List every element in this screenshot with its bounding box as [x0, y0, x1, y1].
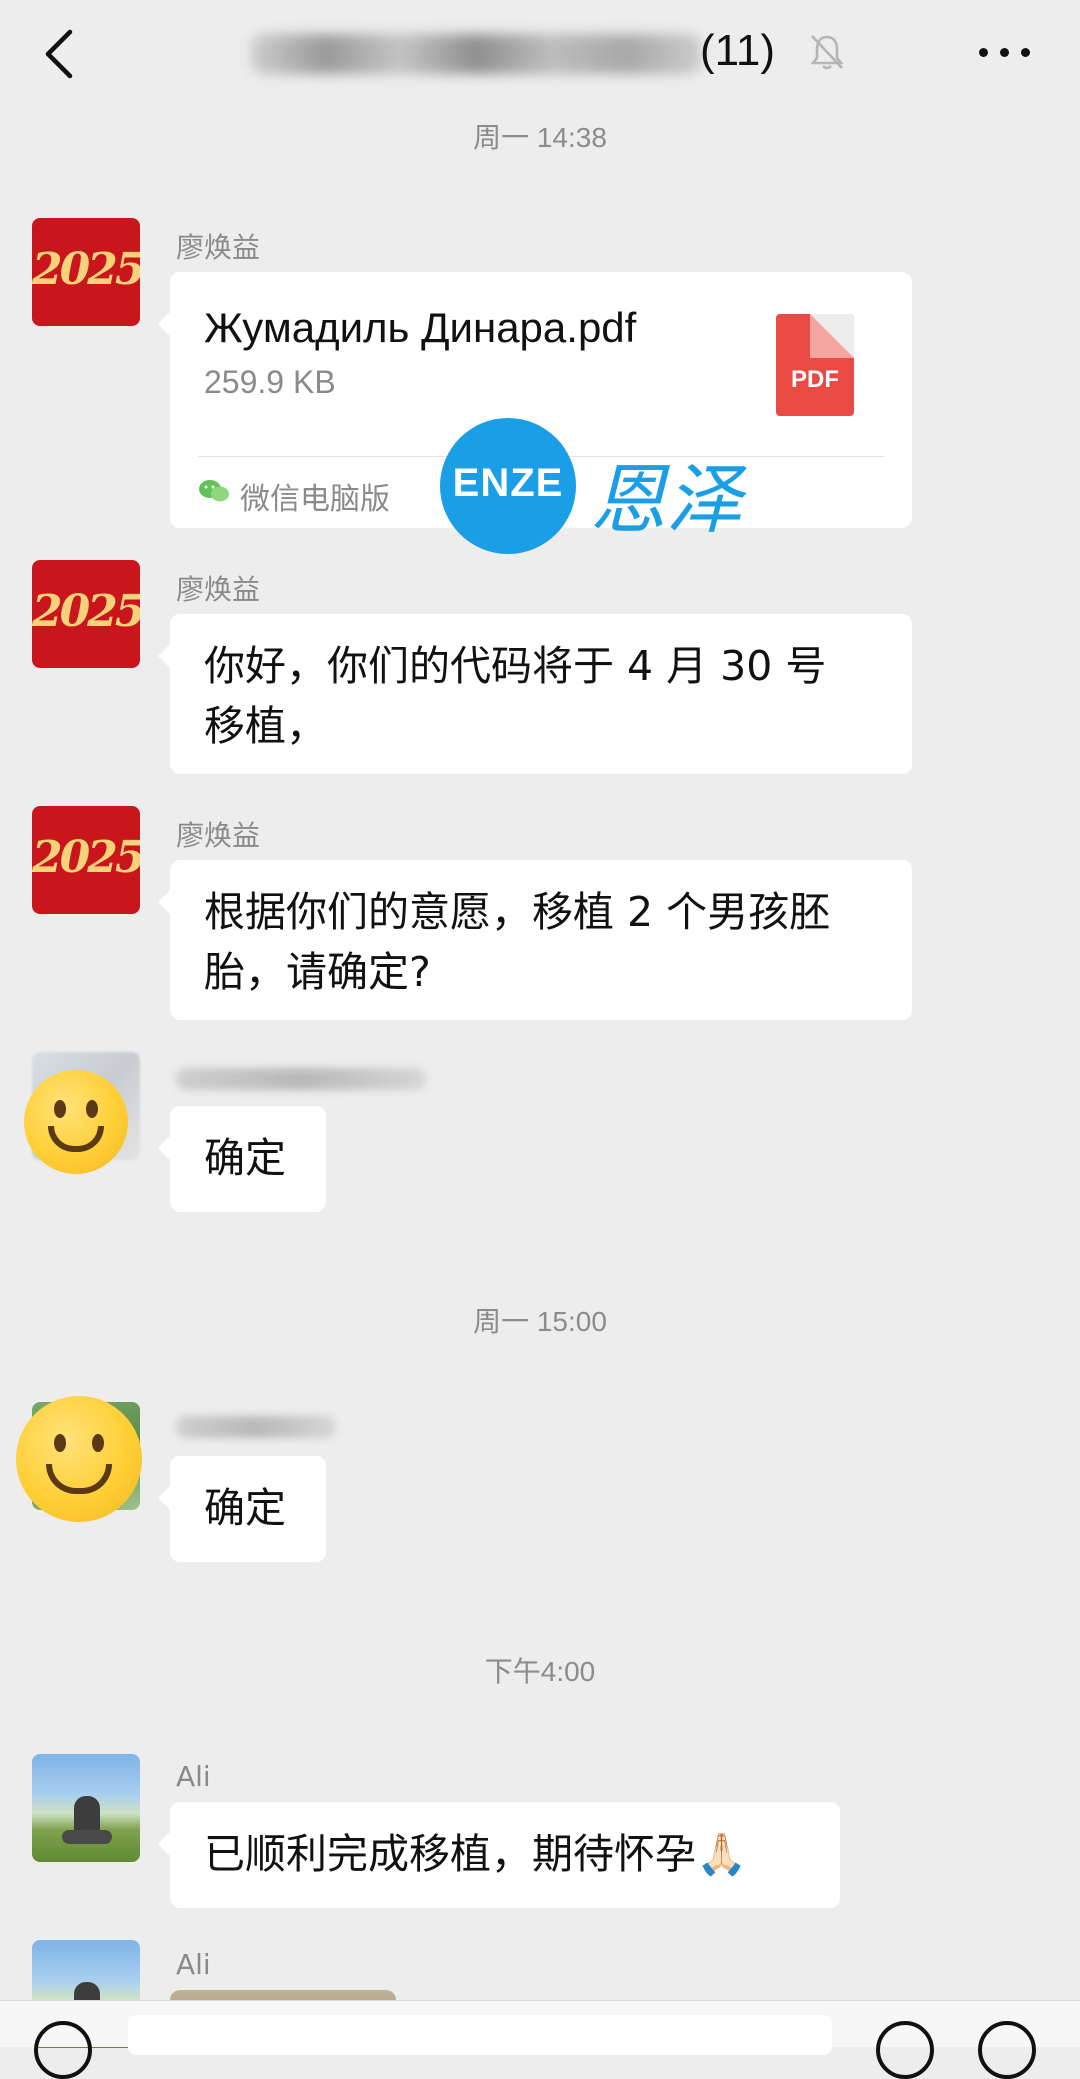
avatar-person-legs [62, 1830, 112, 1844]
mute-bell-icon [810, 35, 844, 70]
file-name: Жумадиль Динара.pdf [204, 304, 637, 351]
watermark-text: 恩泽 [590, 455, 742, 544]
avatar[interactable]: 2025. [32, 560, 140, 668]
message-line: 你好，你们的代码将于 4 月 30 号 [204, 642, 827, 690]
smiley-mouth [46, 1464, 112, 1494]
sender-name: Ali [176, 1760, 211, 1793]
smiley-eye [92, 1434, 104, 1452]
member-count: (11) [700, 26, 775, 75]
avatar-logo: 2025. [32, 832, 140, 883]
message-bubble[interactable]: 你好，你们的代码将于 4 月 30 号 移植， [158, 614, 912, 774]
message-line: 胎，请确定? [204, 948, 431, 996]
avatar[interactable]: 2025. [32, 806, 140, 914]
sender-name: 廖焕益 [176, 819, 261, 852]
dot-icon [979, 48, 988, 57]
sender-name: 廖焕益 [176, 231, 261, 264]
chat-header: (11) [0, 0, 1080, 112]
watermark-badge-text: ENZE [452, 461, 564, 505]
message-line: 移植， [204, 702, 327, 750]
dot-icon [1000, 48, 1009, 57]
avatar-logo: 2025. [32, 244, 140, 295]
pdf-icon-label: PDF [791, 366, 839, 393]
message-line: 确定 [204, 1134, 286, 1182]
smiley-sticker [16, 1396, 142, 1522]
dot-icon [1021, 48, 1030, 57]
avatar-logo: 2025. [32, 586, 140, 637]
more-actions-button[interactable] [978, 2021, 1036, 2079]
more-options-button[interactable] [975, 32, 1035, 72]
message-line: 根据你们的意愿，移植 2 个男孩胚 [204, 888, 831, 936]
wechat-icon [199, 480, 229, 502]
message-bubble[interactable]: 已顺利完成移植，期待怀孕🙏🏻 [158, 1802, 840, 1908]
message-bubble[interactable]: 确定 [158, 1106, 326, 1212]
watermark-badge: ENZE [440, 418, 576, 554]
pdf-icon: PDF [776, 314, 854, 416]
file-source: 微信电脑版 [240, 482, 390, 517]
file-size: 259.9 KB [204, 364, 336, 400]
back-button[interactable] [40, 26, 80, 82]
avatar[interactable] [32, 1754, 140, 1862]
message-line: 确定 [204, 1484, 286, 1532]
sender-name: 廖焕益 [176, 573, 261, 606]
smiley-mouth [48, 1126, 104, 1152]
chevron-left-icon [45, 29, 73, 79]
sender-name-blurred [176, 1416, 336, 1438]
sender-name: Ali [176, 1948, 211, 1981]
message-input[interactable] [128, 2015, 832, 2055]
timestamp: 下午4:00 [484, 1656, 596, 1687]
smiley-sticker [24, 1070, 128, 1174]
input-bar [0, 2000, 1080, 2079]
avatar[interactable]: 2025. [32, 218, 140, 326]
smiley-eye [86, 1100, 98, 1118]
timestamp: 周一 14:38 [473, 122, 607, 153]
smiley-eye [54, 1434, 66, 1452]
chat-title-blurred [250, 34, 702, 74]
timestamp: 周一 15:00 [473, 1306, 607, 1337]
smiley-eye [54, 1100, 66, 1118]
message-bubble[interactable]: 确定 [158, 1456, 326, 1562]
message-bubble[interactable]: 根据你们的意愿，移植 2 个男孩胚 胎，请确定? [158, 860, 912, 1020]
emoji-button[interactable] [876, 2021, 934, 2079]
voice-button[interactable] [34, 2021, 92, 2079]
sender-name-blurred [176, 1068, 426, 1090]
message-line: 已顺利完成移植，期待怀孕🙏🏻 [204, 1830, 748, 1878]
